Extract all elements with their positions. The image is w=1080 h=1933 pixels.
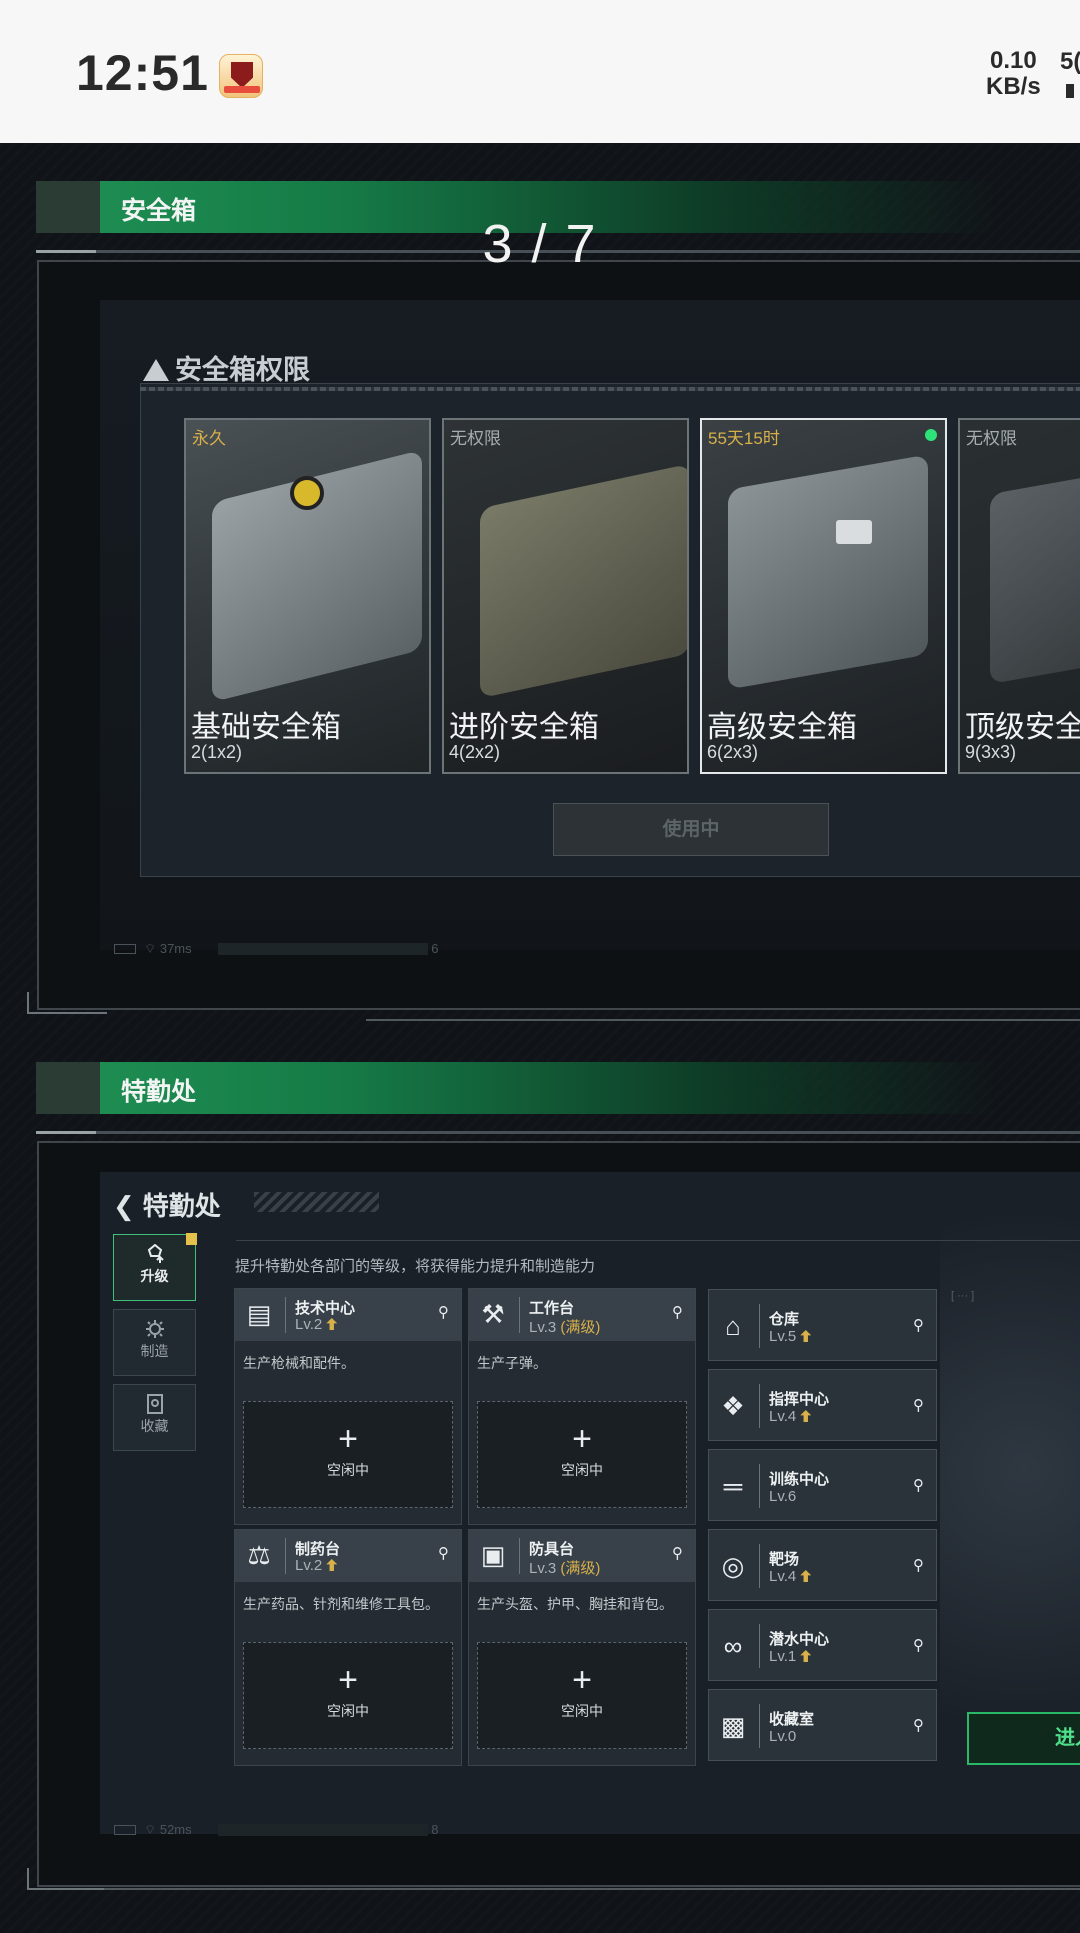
frame-line bbox=[366, 1019, 1080, 1021]
safebox-card-advanced[interactable]: 无权限 进阶安全箱 4(2x2) bbox=[442, 418, 689, 774]
upgrade-arrow-icon bbox=[800, 1330, 812, 1342]
upgrade-arrow-icon bbox=[800, 1570, 812, 1582]
room-shooting-range[interactable]: ◎ 靶场 Lv.4 ⚲ bbox=[708, 1529, 937, 1601]
clock: 12:51 bbox=[76, 45, 209, 101]
room-warehouse[interactable]: ⌂ 仓库 Lv.5 ⚲ bbox=[708, 1289, 937, 1361]
dept-pharmacy[interactable]: ⚖ 制药台 Lv.2 ⚲ 生产药品、针剂和维修工具包。 + 空闲中 bbox=[234, 1529, 462, 1766]
active-indicator bbox=[925, 429, 937, 441]
title-decoration bbox=[254, 1192, 379, 1212]
warehouse-icon: ⌂ bbox=[725, 1311, 741, 1341]
diving-icon: ∞ bbox=[723, 1631, 743, 1661]
dept-armor-bench[interactable]: ▣ 防具台 Lv.3 (满级) ⚲ 生产头盔、护甲、胸挂和背包。 + 空闲中 bbox=[468, 1529, 696, 1766]
production-slot[interactable]: + 空闲中 bbox=[477, 1642, 687, 1749]
plus-icon: + bbox=[338, 1661, 358, 1699]
safebox-card-premium[interactable]: 55天15时 高级安全箱 6(2x3) bbox=[700, 418, 947, 774]
notification-badge bbox=[186, 1233, 197, 1245]
dumbbell-icon: ═ bbox=[723, 1471, 743, 1501]
dept-tech-center[interactable]: ▤ 技术中心 Lv.2 ⚲ 生产枪械和配件。 + 空闲中 bbox=[234, 1288, 462, 1525]
search-icon[interactable]: ⚲ bbox=[913, 1636, 924, 1654]
upgrade-icon bbox=[147, 1244, 164, 1263]
production-slot[interactable]: + 空闲中 bbox=[243, 1401, 453, 1508]
search-icon[interactable]: ⚲ bbox=[913, 1716, 924, 1734]
in-use-button[interactable]: 使用中 bbox=[553, 803, 829, 856]
title-rule bbox=[236, 1240, 1080, 1241]
room-collection-room[interactable]: ▩ 收藏室 Lv.0 ⚲ bbox=[708, 1689, 937, 1761]
status-bar: 12:51 0.10 KB/s 5( bbox=[0, 0, 1080, 143]
signal-icon bbox=[1066, 84, 1074, 98]
command-icon: ❖ bbox=[721, 1391, 745, 1421]
upgrade-arrow-icon bbox=[800, 1650, 812, 1662]
room-training-center[interactable]: ═ 训练中心 Lv.6 ⚲ bbox=[708, 1449, 937, 1521]
microscope-icon: ⚖ bbox=[247, 1540, 271, 1570]
vault-icon: ▩ bbox=[720, 1711, 746, 1741]
network-type: 5( bbox=[1060, 48, 1080, 75]
upgrade-arrow-icon bbox=[326, 1318, 338, 1330]
tab-upgrade[interactable]: 升级 bbox=[113, 1233, 197, 1301]
frame-corner bbox=[27, 992, 107, 1014]
network-ping: ⌔ 52ms 8 bbox=[114, 1822, 439, 1838]
background-label: [ ··· ] bbox=[951, 1290, 975, 1302]
safebox-card-top[interactable]: 无权限 顶级安全箱 9(3x3) bbox=[958, 418, 1080, 774]
search-icon[interactable]: ⚲ bbox=[913, 1396, 924, 1414]
section-divider bbox=[36, 1131, 1080, 1134]
target-icon: ◎ bbox=[721, 1551, 745, 1581]
enter-button[interactable]: 进入 bbox=[967, 1712, 1080, 1765]
search-icon[interactable]: ⚲ bbox=[913, 1476, 924, 1494]
gear-icon bbox=[145, 1320, 164, 1338]
section-header-agency: 特勤处 bbox=[36, 1062, 1080, 1114]
network-ping: ⌔ 37ms 6 bbox=[114, 941, 439, 957]
search-icon[interactable]: ⚲ bbox=[672, 1544, 683, 1562]
dept-workbench[interactable]: ⚒ 工作台 Lv.3 (满级) ⚲ 生产子弹。 + 空闲中 bbox=[468, 1288, 696, 1525]
collection-icon bbox=[146, 1394, 163, 1414]
agency-title: ❮ 特勤处 bbox=[113, 1191, 221, 1221]
frame-line bbox=[104, 1888, 1080, 1890]
safebox-permission-title: 安全箱权限 bbox=[143, 348, 310, 387]
section-title: 特勤处 bbox=[121, 1078, 197, 1106]
upgrade-arrow-icon bbox=[800, 1410, 812, 1422]
room-command-center[interactable]: ❖ 指挥中心 Lv.4 ⚲ bbox=[708, 1369, 937, 1441]
app-notification-icon bbox=[219, 54, 263, 98]
search-icon[interactable]: ⚲ bbox=[438, 1544, 449, 1562]
plus-icon: + bbox=[572, 1420, 592, 1458]
search-icon[interactable]: ⚲ bbox=[913, 1316, 924, 1334]
plus-icon: + bbox=[572, 1661, 592, 1699]
network-speed: 0.10 KB/s bbox=[986, 47, 1041, 100]
production-slot[interactable]: + 空闲中 bbox=[477, 1401, 687, 1508]
production-slot[interactable]: + 空闲中 bbox=[243, 1642, 453, 1749]
back-arrow-icon[interactable]: ❮ bbox=[113, 1191, 135, 1221]
tab-craft[interactable]: 制造 bbox=[113, 1309, 196, 1376]
title-underline bbox=[140, 387, 1080, 391]
armor-icon: ▣ bbox=[480, 1540, 506, 1570]
frame-corner bbox=[27, 1868, 107, 1890]
tab-collection[interactable]: 收藏 bbox=[113, 1384, 196, 1451]
search-icon[interactable]: ⚲ bbox=[438, 1303, 449, 1321]
search-icon[interactable]: ⚲ bbox=[672, 1303, 683, 1321]
upgrade-arrow-icon bbox=[326, 1559, 338, 1571]
monitor-icon: ▤ bbox=[246, 1299, 272, 1329]
page-indicator: 3 / 7 bbox=[482, 214, 598, 274]
plus-icon: + bbox=[338, 1420, 358, 1458]
search-icon[interactable]: ⚲ bbox=[913, 1556, 924, 1574]
room-diving-center[interactable]: ∞ 潜水中心 Lv.1 ⚲ bbox=[708, 1609, 937, 1681]
tools-icon: ⚒ bbox=[481, 1299, 505, 1329]
agency-description: 提升特勤处各部门的等级，将获得能力提升和制造能力 bbox=[235, 1258, 596, 1275]
safebox-card-basic[interactable]: 永久 基础安全箱 2(1x2) bbox=[184, 418, 431, 774]
warning-icon bbox=[143, 359, 169, 381]
